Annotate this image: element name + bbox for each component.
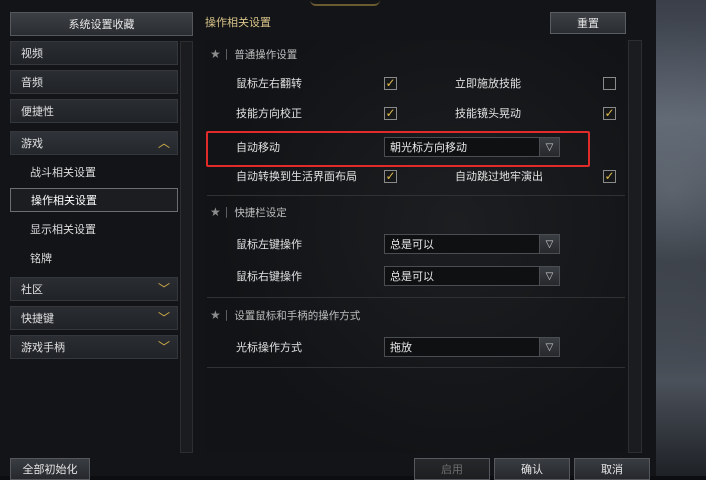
nav-sub-nameplate[interactable]: 铭牌 xyxy=(10,246,178,270)
divider-bar: | xyxy=(224,48,229,60)
nav-label: 显示相关设置 xyxy=(30,223,96,236)
chevron-up-icon[interactable]: ︿ xyxy=(157,136,171,150)
nav-label: 操作相关设置 xyxy=(31,194,97,207)
nav-sub-controls[interactable]: 操作相关设置 xyxy=(10,188,178,212)
nav-hotkeys[interactable]: 快捷键 ﹀ xyxy=(10,306,178,330)
page-title: 操作相关设置 xyxy=(205,16,271,29)
chevron-down-icon[interactable]: ﹀ xyxy=(157,340,171,354)
nav-label: 铭牌 xyxy=(30,252,52,265)
option-skill-dir-label: 技能方向校正 xyxy=(236,107,302,120)
section-divider xyxy=(207,367,625,368)
nav-label: 音频 xyxy=(21,76,43,89)
cam-shake-checkbox[interactable]: ✓ xyxy=(603,107,616,120)
option-cursor-mode-label: 光标操作方式 xyxy=(236,341,302,354)
highlight-box xyxy=(206,131,590,167)
star-icon[interactable]: ★ xyxy=(210,205,221,219)
reset-all-button[interactable]: 全部初始化 xyxy=(10,458,90,480)
nav-convenience[interactable]: 便捷性 xyxy=(10,99,178,123)
nav-community[interactable]: 社区 ﹀ xyxy=(10,277,178,301)
nav-sub-combat[interactable]: 战斗相关设置 xyxy=(10,160,178,184)
nav-label: 游戏手柄 xyxy=(21,341,65,354)
option-mouse-flip-label: 鼠标左右翻转 xyxy=(236,77,302,90)
nav-label: 战斗相关设置 xyxy=(30,166,96,179)
mouse-flip-checkbox[interactable]: ✓ xyxy=(384,77,397,90)
dropdown-value: 拖放 xyxy=(390,341,412,354)
dropdown-value: 总是可以 xyxy=(390,270,434,283)
section-divider xyxy=(207,297,625,298)
mouse-left-dropdown[interactable]: 总是可以 ▽ xyxy=(384,234,560,254)
star-icon[interactable]: ★ xyxy=(210,47,221,61)
nav-audio[interactable]: 音频 xyxy=(10,70,178,94)
chevron-down-icon[interactable]: ﹀ xyxy=(157,282,171,296)
divider-bar: | xyxy=(224,206,229,218)
cancel-button[interactable]: 取消 xyxy=(574,458,650,480)
chevron-down-icon[interactable]: ▽ xyxy=(539,338,559,356)
confirm-button[interactable]: 确认 xyxy=(494,458,570,480)
section-quickbar: ★ | 快捷栏设定 xyxy=(210,204,287,220)
section-label: 设置鼠标和手柄的操作方式 xyxy=(234,309,361,322)
section-label: 快捷栏设定 xyxy=(234,206,287,219)
nav-label: 便捷性 xyxy=(21,105,54,118)
divider-bar: | xyxy=(224,309,229,321)
nav-sub-display[interactable]: 显示相关设置 xyxy=(10,217,178,241)
option-cam-shake-label: 技能镜头晃动 xyxy=(455,107,521,120)
nav-game[interactable]: 游戏 ︿ xyxy=(10,131,178,155)
title-ornament xyxy=(310,0,380,6)
nav-scrollbar[interactable] xyxy=(180,41,193,453)
option-mouse-right-label: 鼠标右键操作 xyxy=(236,270,302,283)
content-scrollbar[interactable] xyxy=(628,40,642,453)
skill-dir-checkbox[interactable]: ✓ xyxy=(384,107,397,120)
nav-video[interactable]: 视频 xyxy=(10,41,178,65)
nav-label: 游戏 xyxy=(21,137,43,150)
option-auto-layout-label: 自动转换到生活界面布局 xyxy=(236,170,357,183)
nav-label: 快捷键 xyxy=(21,312,54,325)
auto-layout-checkbox[interactable]: ✓ xyxy=(384,170,397,183)
option-instant-skill-label: 立即施放技能 xyxy=(455,77,521,90)
skip-dungeon-checkbox[interactable]: ✓ xyxy=(603,170,616,183)
chevron-down-icon[interactable]: ▽ xyxy=(539,267,559,285)
chevron-down-icon[interactable]: ﹀ xyxy=(157,311,171,325)
favorites-header[interactable]: 系统设置收藏 xyxy=(10,12,193,36)
reset-button[interactable]: 重置 xyxy=(550,12,626,34)
chevron-down-icon[interactable]: ▽ xyxy=(539,235,559,253)
nav-gamepad[interactable]: 游戏手柄 ﹀ xyxy=(10,335,178,359)
cursor-mode-dropdown[interactable]: 拖放 ▽ xyxy=(384,337,560,357)
nav-label: 社区 xyxy=(21,283,43,296)
star-icon[interactable]: ★ xyxy=(210,308,221,322)
section-label: 普通操作设置 xyxy=(234,48,298,61)
section-general: ★ | 普通操作设置 xyxy=(210,46,297,62)
settings-nav: 视频 音频 便捷性 游戏 ︿ 战斗相关设置 操作相关设置 显示相关设置 铭牌 社… xyxy=(10,41,178,453)
option-skip-dungeon-label: 自动跳过地牢演出 xyxy=(455,170,543,183)
dropdown-value: 总是可以 xyxy=(390,238,434,251)
option-mouse-left-label: 鼠标左键操作 xyxy=(236,238,302,251)
mouse-right-dropdown[interactable]: 总是可以 ▽ xyxy=(384,266,560,286)
settings-window: 系统设置收藏 视频 音频 便捷性 游戏 ︿ 战斗相关设置 操作相关设置 显示相关… xyxy=(0,0,656,480)
nav-label: 视频 xyxy=(21,47,43,60)
instant-skill-checkbox[interactable] xyxy=(603,77,616,90)
background-scenery xyxy=(656,0,706,476)
apply-button[interactable]: 启用 xyxy=(414,458,490,480)
section-divider xyxy=(207,195,625,196)
section-mouse-pad: ★ | 设置鼠标和手柄的操作方式 xyxy=(210,307,360,323)
